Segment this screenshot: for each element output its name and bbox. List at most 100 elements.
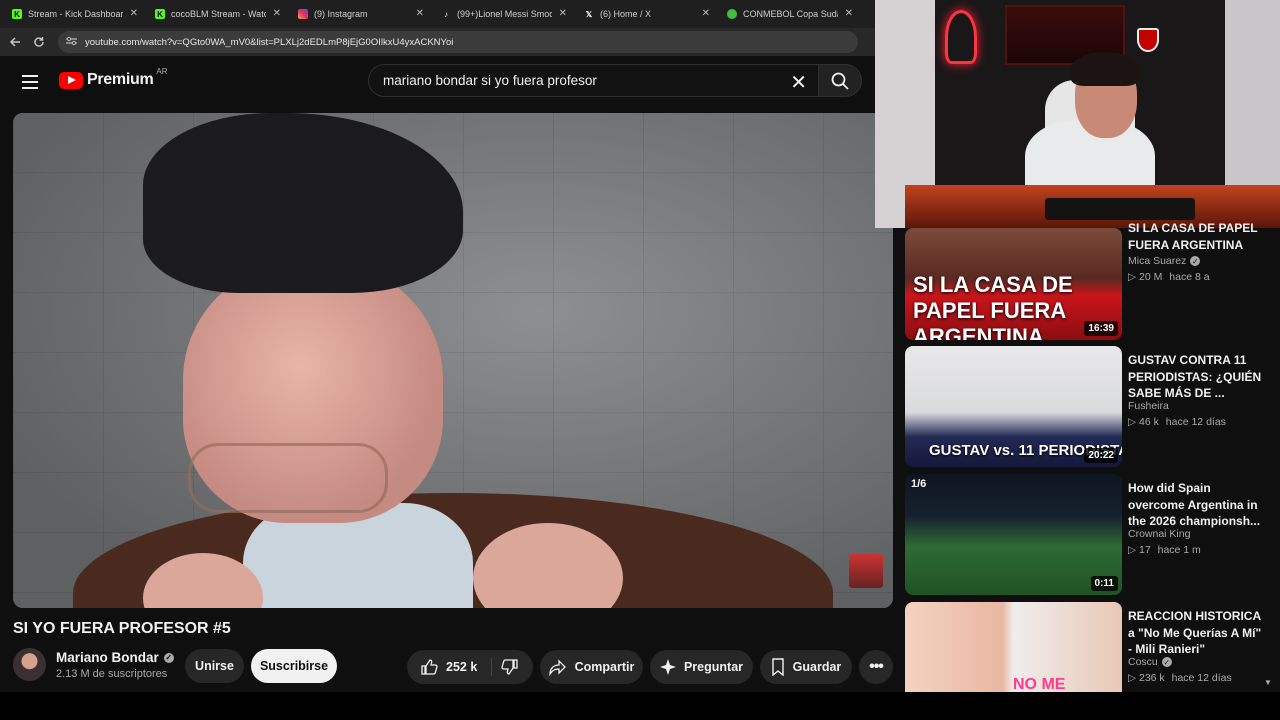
browser-tab[interactable]: K cocoBLM Stream - Watch L ✕ — [143, 0, 286, 28]
recommendation-item[interactable]: SI LA CASA DE PAPEL FUERA ARGENTINA 16:3… — [905, 221, 1280, 350]
search-icon — [831, 72, 849, 90]
browser-tab[interactable]: 𝕏 (6) Home / X ✕ — [572, 0, 715, 28]
more-actions-button[interactable]: ••• — [859, 650, 893, 684]
browser-tab[interactable]: (9) Instagram ✕ — [286, 0, 429, 28]
subscribe-button[interactable]: Suscribirse — [251, 649, 337, 683]
channel-name-text: Mariano Bondar — [56, 650, 159, 665]
site-info-icon[interactable] — [66, 36, 77, 49]
bookmark-icon — [771, 658, 784, 676]
address-bar-row: youtube.com/watch?v=QGto0WA_mV0&list=PLX… — [0, 28, 875, 56]
video-frame-glasses — [188, 443, 388, 513]
kick-icon: K — [12, 9, 22, 19]
bottom-black-bar — [0, 692, 1280, 720]
recommendation-channel[interactable]: Fusheira — [1128, 400, 1169, 412]
youtube-premium-logo[interactable]: Premium AR — [59, 67, 168, 89]
thumbs-up-icon — [421, 659, 438, 675]
video-duration: 16:39 — [1084, 321, 1118, 336]
thumbs-down-icon — [501, 659, 518, 675]
share-icon — [548, 659, 566, 676]
channel-name-text: Mica Suarez — [1128, 255, 1187, 267]
like-count: 252 k — [446, 660, 478, 674]
upload-age: hace 8 a — [1169, 271, 1210, 283]
kick-icon: K — [155, 9, 165, 19]
upload-age: hace 12 días — [1171, 672, 1232, 684]
url-text: youtube.com/watch?v=QGto0WA_mV0&list=PLX… — [85, 36, 454, 48]
view-count: 17 — [1139, 544, 1151, 556]
tab-title: (99+)Lionel Messi Smooth — [457, 9, 552, 19]
join-label: Unirse — [195, 659, 234, 673]
browser-tab[interactable]: K Stream - Kick Dashboard ✕ — [0, 0, 143, 28]
play-small-icon: ▷ — [1128, 271, 1137, 283]
search-button[interactable] — [818, 64, 862, 97]
video-player[interactable] — [13, 113, 893, 608]
dislike-button[interactable] — [501, 658, 527, 679]
channel-name[interactable]: Mariano Bondar ✓ — [56, 650, 174, 665]
recommendation-channel[interactable]: Coscu ✓ — [1128, 656, 1172, 668]
close-tab-icon[interactable]: ✕ — [559, 8, 567, 19]
upload-age: hace 1 m — [1157, 544, 1201, 556]
recommendation-channel[interactable]: Mica Suarez ✓ — [1128, 255, 1201, 267]
recommendation-item[interactable]: GUSTAV vs. 11 PERIODISTA 20:22 GUSTAV CO… — [905, 346, 1280, 468]
youtube-play-icon — [59, 71, 83, 89]
ask-button[interactable]: Preguntar — [650, 650, 753, 684]
save-label: Guardar — [792, 660, 842, 674]
neon-trophy-sign — [945, 10, 977, 64]
share-button[interactable]: Compartir — [540, 650, 643, 684]
like-button[interactable]: 252 k — [420, 658, 477, 676]
save-button[interactable]: Guardar — [760, 650, 852, 684]
subscriber-count: 2.13 M de suscriptores — [56, 668, 168, 680]
recommendation-channel[interactable]: Crownai King — [1128, 528, 1190, 540]
browser-tab[interactable]: CONMEBOL Copa Sudame ✕ — [715, 0, 858, 28]
thumbnail-text: 1/6 — [911, 478, 927, 490]
recommendation-stats: ▷ 236 k hace 12 días — [1128, 672, 1232, 684]
recommendation-item[interactable]: NO ME REACCION HISTORICA a "No Me Quería… — [905, 602, 1280, 692]
join-button[interactable]: Unirse — [185, 649, 244, 683]
close-tab-icon[interactable]: ✕ — [130, 8, 138, 19]
address-bar[interactable]: youtube.com/watch?v=QGto0WA_mV0&list=PLX… — [58, 31, 858, 53]
reload-icon[interactable] — [30, 33, 48, 51]
video-thumbnail[interactable]: 1/6 0:11 — [905, 474, 1122, 595]
scroll-down-arrow-icon[interactable]: ▼ — [1264, 678, 1272, 687]
ask-label: Preguntar — [683, 660, 744, 674]
video-thumbnail[interactable]: SI LA CASA DE PAPEL FUERA ARGENTINA 16:3… — [905, 228, 1122, 340]
search-query: mariano bondar si yo fuera profesor — [383, 73, 597, 88]
tiktok-icon: ♪ — [444, 9, 448, 19]
close-tab-icon[interactable]: ✕ — [273, 8, 281, 19]
clear-search-icon[interactable]: ✕ — [790, 70, 807, 95]
thumbnail-text: NO ME — [1013, 676, 1066, 692]
share-label: Compartir — [574, 660, 635, 674]
tab-title: CONMEBOL Copa Sudame — [743, 9, 838, 19]
like-divider — [491, 658, 492, 676]
browser-tab[interactable]: ♪ (99+)Lionel Messi Smooth ✕ — [429, 0, 572, 28]
hamburger-menu-icon[interactable] — [18, 70, 42, 94]
back-arrow-icon[interactable] — [6, 33, 24, 51]
play-small-icon: ▷ — [1128, 544, 1137, 556]
recommendation-title[interactable]: GUSTAV CONTRA 11 PERIODISTAS: ¿QUIÉN SAB… — [1128, 352, 1268, 402]
channel-avatar[interactable] — [13, 648, 46, 681]
recommendation-title[interactable]: How did Spain overcome Argentina in the … — [1128, 480, 1268, 530]
recommendation-title[interactable]: REACCION HISTORICA a "No Me Querías A Mí… — [1128, 608, 1268, 658]
verified-check-icon: ✓ — [1190, 256, 1201, 266]
search-input[interactable]: mariano bondar si yo fuera profesor ✕ — [368, 64, 820, 97]
close-tab-icon[interactable]: ✕ — [845, 8, 853, 19]
logo-brand: Premium — [87, 71, 154, 88]
more-horizontal-icon: ••• — [869, 658, 884, 675]
view-count: 46 k — [1139, 416, 1159, 428]
recommendation-stats: ▷ 46 k hace 12 días — [1128, 416, 1226, 428]
video-thumbnail[interactable]: GUSTAV vs. 11 PERIODISTA 20:22 — [905, 346, 1122, 467]
conmebol-icon — [727, 9, 737, 19]
close-tab-icon[interactable]: ✕ — [416, 8, 424, 19]
play-small-icon: ▷ — [1128, 672, 1137, 684]
tab-title: cocoBLM Stream - Watch L — [171, 9, 266, 19]
club-badge — [1137, 28, 1159, 52]
close-tab-icon[interactable]: ✕ — [702, 8, 710, 19]
channel-watermark[interactable] — [849, 554, 883, 588]
recommendation-stats: ▷ 20 M hace 8 a — [1128, 271, 1210, 283]
tab-title: (9) Instagram — [314, 9, 368, 19]
sparkle-icon — [659, 659, 676, 675]
recommendation-title[interactable]: SI LA CASA DE PAPEL FUERA ARGENTINA — [1128, 220, 1268, 253]
recommendation-item[interactable]: 1/6 0:11 How did Spain overcome Argentin… — [905, 474, 1280, 596]
video-thumbnail[interactable]: NO ME — [905, 602, 1122, 692]
webcam-overlay — [875, 0, 1280, 228]
webcam-keyboard — [1045, 198, 1195, 220]
